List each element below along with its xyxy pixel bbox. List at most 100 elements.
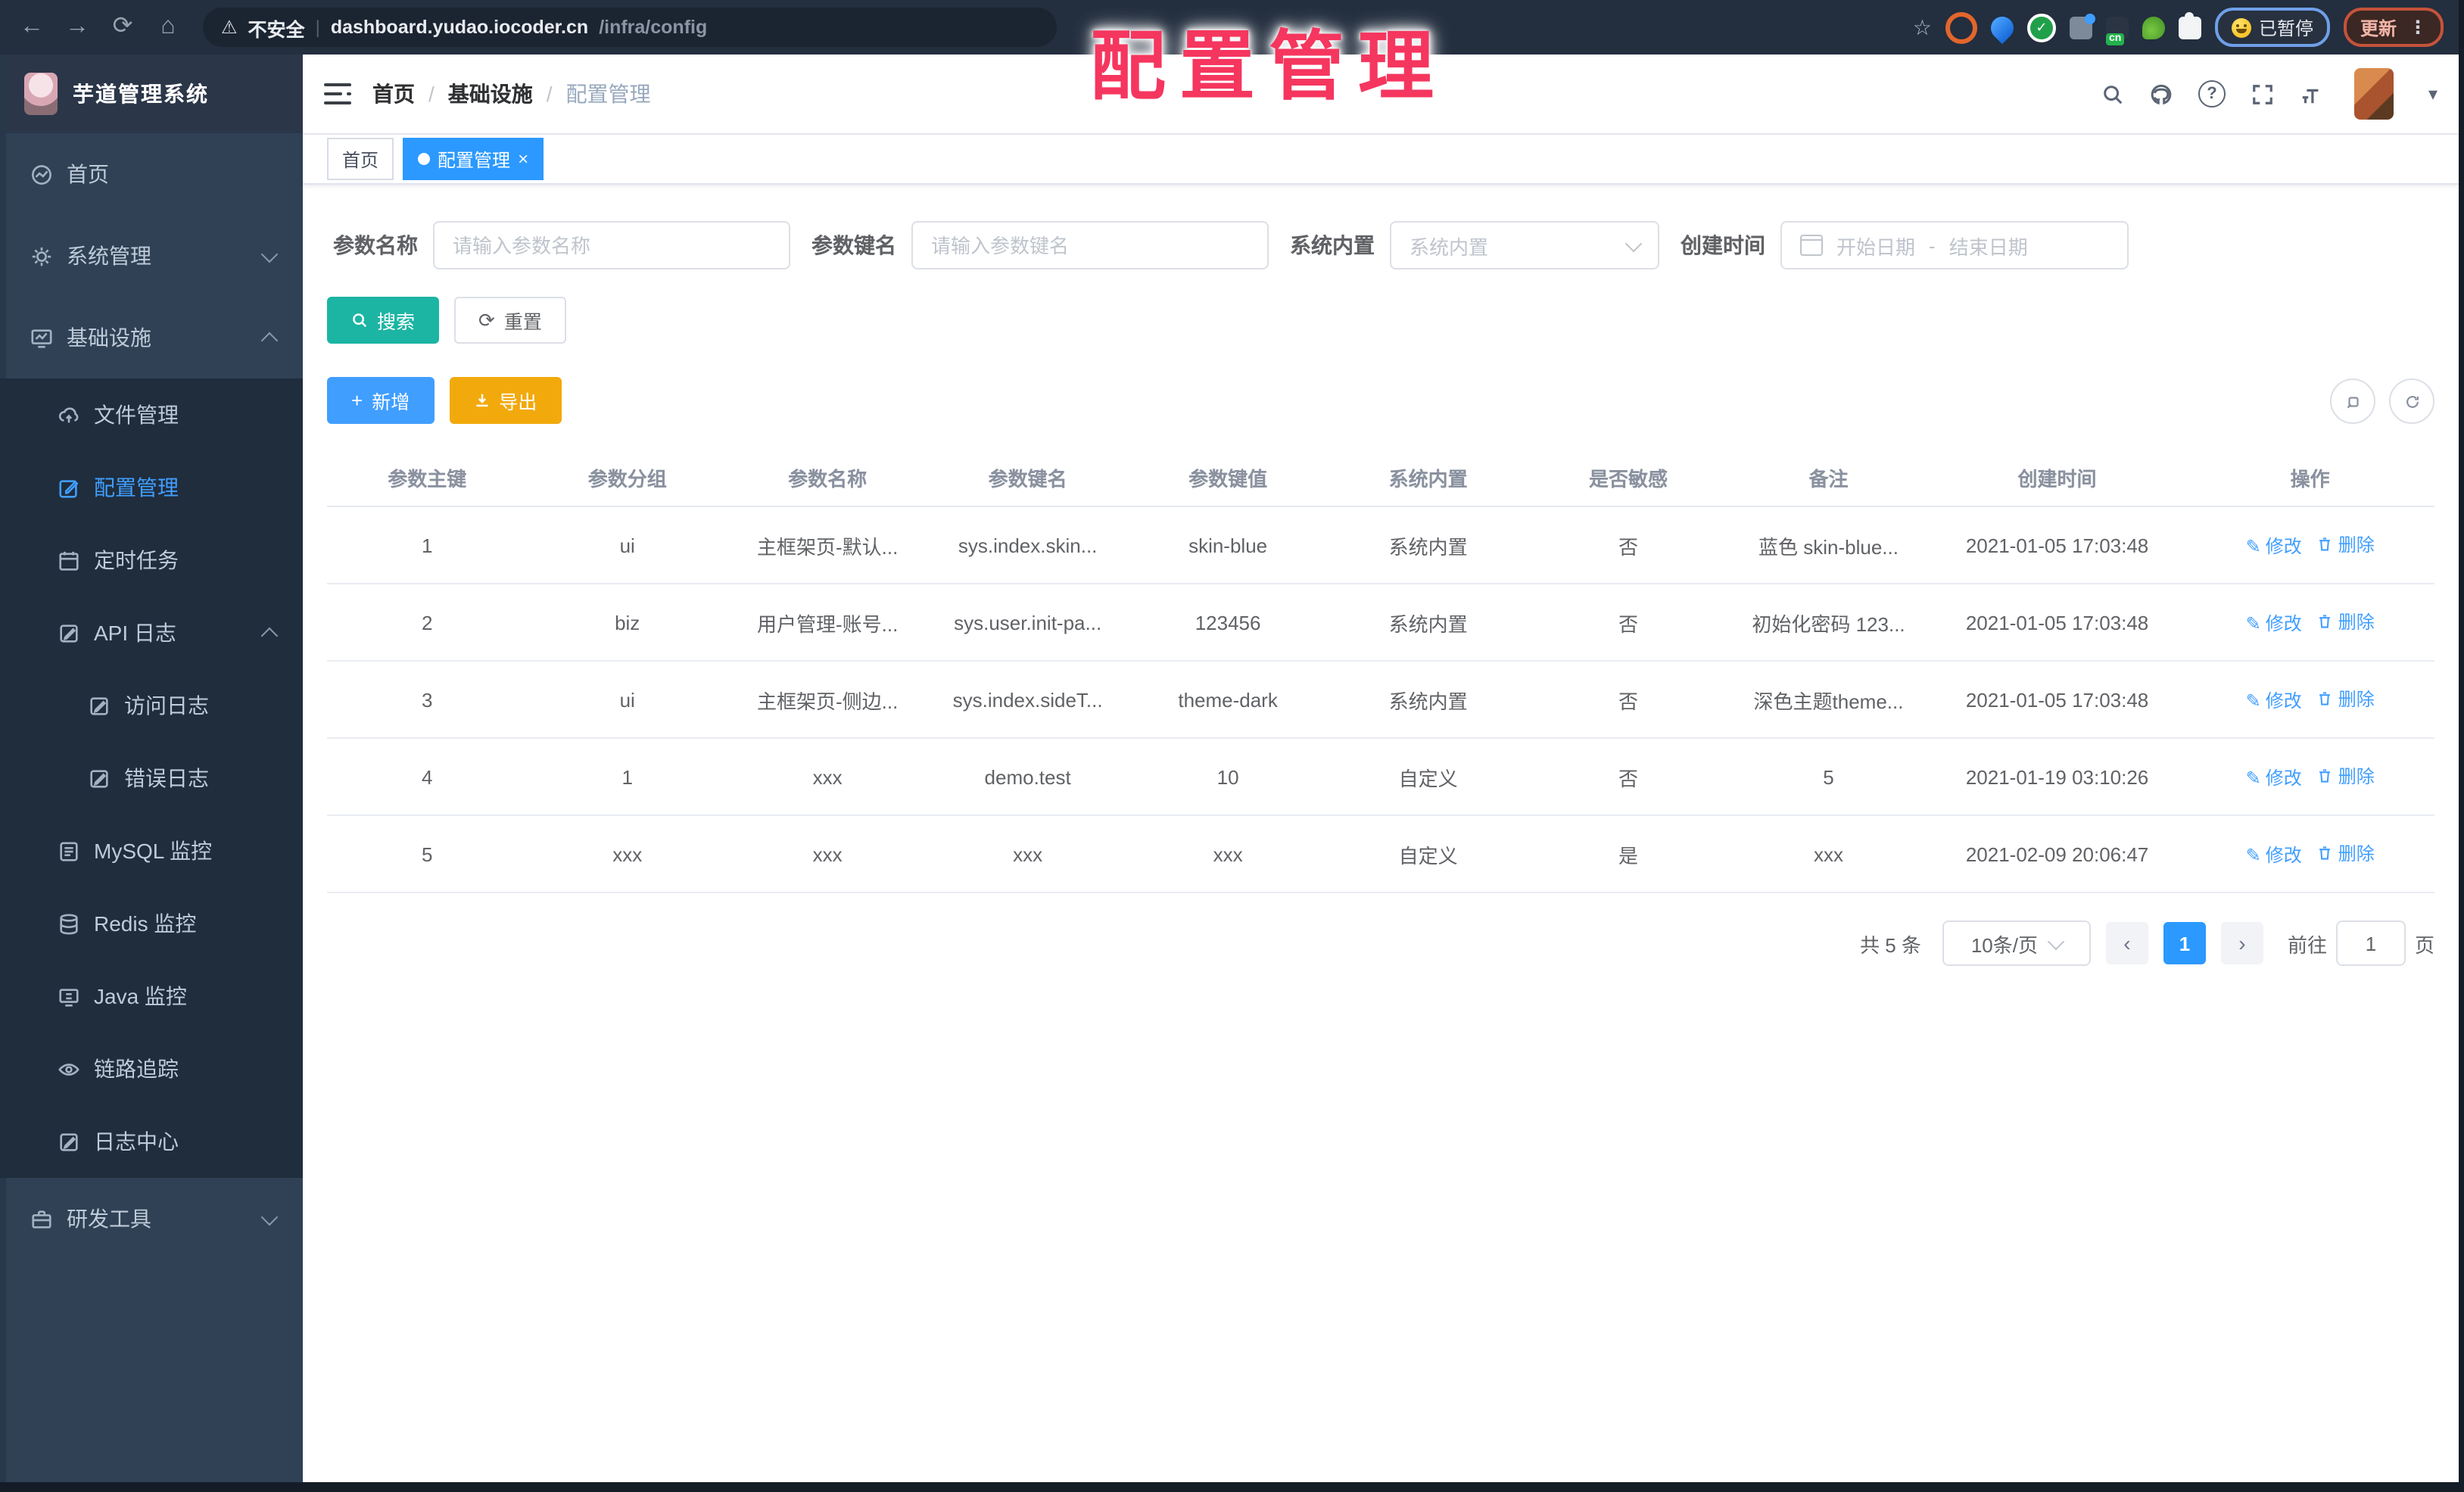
extension-orange-ring-icon[interactable] (1945, 11, 1977, 43)
font-size-icon[interactable] (2300, 83, 2322, 105)
sidebar-item-java-monitor[interactable]: Java 监控 (0, 960, 303, 1033)
address-bar[interactable]: ⚠ 不安全 | dashboard.yudao.iocoder.cn/infra… (203, 8, 1057, 47)
sidebar-item-api-logs[interactable]: API 日志 (0, 596, 303, 669)
toggle-search-button[interactable] (2330, 378, 2375, 424)
delete-link[interactable]: 删除 (2317, 840, 2375, 866)
sidebar-item-error-logs[interactable]: 错误日志 (0, 742, 303, 815)
search-actions: 搜索 ⟳ 重置 (327, 297, 2434, 344)
fullscreen-icon[interactable] (2251, 83, 2274, 105)
sidebar-item-redis-monitor[interactable]: Redis 监控 (0, 887, 303, 960)
delete-link[interactable]: 删除 (2317, 686, 2375, 712)
export-button[interactable]: 导出 (449, 377, 562, 424)
search-button[interactable]: 搜索 (327, 297, 440, 344)
edit-link[interactable]: ✎ 修改 (2246, 765, 2302, 791)
tab-close-icon[interactable]: × (518, 150, 528, 168)
search-icon[interactable] (2101, 83, 2124, 105)
calendar-icon (1800, 235, 1823, 256)
navbar-actions: ? ▾ (2101, 68, 2438, 120)
delete-label: 删除 (2338, 843, 2375, 864)
param-name-input[interactable] (433, 221, 790, 269)
goto-label: 前往 (2287, 933, 2327, 956)
cell-id: 5 (327, 815, 528, 893)
page-unit-label: 页 (2414, 933, 2434, 956)
edit-label: 修改 (2265, 613, 2302, 635)
col-actions: 操作 (2185, 448, 2434, 507)
extension-translate-icon[interactable]: cn (2105, 16, 2129, 45)
breadcrumb-home[interactable]: 首页 (372, 79, 415, 109)
sidebar-item-system[interactable]: 系统管理 (0, 215, 303, 297)
edit-link[interactable]: ✎ 修改 (2246, 688, 2302, 714)
plus-icon: + (351, 389, 363, 412)
edit-link[interactable]: ✎ 修改 (2246, 611, 2302, 637)
sidebar-item-infra[interactable]: 基础设施 (0, 297, 303, 378)
sidebar-item-mysql-monitor[interactable]: MySQL 监控 (0, 815, 303, 887)
reset-button[interactable]: ⟳ 重置 (454, 297, 566, 344)
sidebar-item-config-manage[interactable]: 配置管理 (0, 451, 303, 524)
sidebar-item-tracing[interactable]: 链路追踪 (0, 1033, 303, 1105)
tab-config-manage[interactable]: 配置管理 × (403, 138, 544, 180)
cell-actions: ✎ 修改 删除 (2185, 506, 2434, 584)
edit-link[interactable]: ✎ 修改 (2246, 534, 2302, 559)
page-size-value: 10条/页 (1970, 933, 2038, 956)
current-page[interactable]: 1 (2163, 922, 2206, 964)
param-key-input[interactable] (911, 221, 1269, 269)
extension-blue-pin-icon[interactable] (1986, 11, 2019, 44)
col-key: 参数键名 (927, 448, 1128, 507)
security-label[interactable]: 不安全 (248, 13, 305, 42)
help-icon[interactable]: ? (2198, 80, 2226, 107)
cell-value: 10 (1127, 738, 1329, 816)
app-logo-row[interactable]: 芋道管理系统 (0, 55, 303, 133)
breadcrumb-infra[interactable]: 基础设施 (448, 79, 533, 109)
delete-link[interactable]: 删除 (2317, 763, 2375, 789)
date-range-picker[interactable]: 开始日期 - 结束日期 (1780, 221, 2129, 269)
goto-page-input[interactable] (2335, 920, 2406, 966)
sidebar-item-home[interactable]: 首页 (0, 133, 303, 215)
cell-sensitive: 否 (1528, 506, 1729, 584)
sidebar-collapse-icon[interactable] (324, 83, 351, 104)
sidebar-item-log-center[interactable]: 日志中心 (0, 1105, 303, 1178)
edit-pencil-icon: ✎ (2245, 844, 2261, 866)
cell-value: skin-blue (1127, 506, 1329, 584)
trash-icon (2319, 691, 2331, 706)
search-toggle-icon (2346, 396, 2358, 408)
delete-label: 删除 (2338, 765, 2375, 787)
browser-home-icon[interactable]: ⌂ (151, 0, 185, 55)
delete-link[interactable]: 删除 (2317, 609, 2375, 634)
github-icon[interactable] (2150, 83, 2173, 105)
tab-label: 首页 (342, 149, 379, 170)
browser-back-icon[interactable]: ← (15, 0, 48, 55)
avatar[interactable] (2353, 68, 2394, 120)
edit-link[interactable]: ✎ 修改 (2246, 843, 2302, 868)
add-button[interactable]: + 新增 (327, 377, 435, 424)
download-icon (475, 394, 488, 407)
col-created: 创建时间 (1928, 448, 2186, 507)
extension-green-check-icon[interactable]: ✓ (2026, 13, 2056, 42)
browser-menu-icon[interactable]: ⋮ (2409, 17, 2427, 38)
builtin-select[interactable]: 系统内置 (1390, 221, 1659, 269)
next-page-button[interactable]: › (2220, 922, 2263, 964)
refresh-table-button[interactable] (2389, 378, 2434, 424)
prev-page-button[interactable]: ‹ (2105, 922, 2148, 964)
sidebar-item-dev-tools[interactable]: 研发工具 (0, 1178, 303, 1260)
tab-home[interactable]: 首页 (327, 138, 394, 180)
bookmark-star-icon[interactable]: ☆ (1913, 14, 1932, 40)
sidebar-item-file-manage[interactable]: 文件管理 (0, 378, 303, 451)
start-date-placeholder: 开始日期 (1836, 235, 1916, 258)
browser-forward-icon[interactable]: → (61, 0, 94, 55)
sidebar-item-access-logs[interactable]: 访问日志 (0, 669, 303, 742)
browser-update-button[interactable]: 更新 ⋮ (2343, 8, 2444, 47)
chevron-down-icon (260, 1207, 279, 1226)
paused-badge[interactable]: 已暂停 (2214, 8, 2330, 47)
extensions-puzzle-icon[interactable] (2178, 11, 2201, 39)
cell-remark: 5 (1728, 738, 1929, 816)
sidebar-item-label: 基础设施 (67, 325, 151, 350)
browser-reload-icon[interactable]: ⟳ (106, 0, 139, 55)
delete-link[interactable]: 删除 (2317, 531, 2375, 557)
avatar-caret-down-icon[interactable]: ▾ (2428, 83, 2438, 104)
breadcrumb: 首页 / 基础设施 / 配置管理 (372, 79, 651, 109)
table-tools (2330, 378, 2434, 424)
extension-grey-icon[interactable] (2069, 13, 2095, 39)
extension-sprout-icon[interactable] (2142, 16, 2165, 39)
page-size-select[interactable]: 10条/页 (1942, 920, 2091, 966)
sidebar-item-scheduled-jobs[interactable]: 定时任务 (0, 524, 303, 596)
